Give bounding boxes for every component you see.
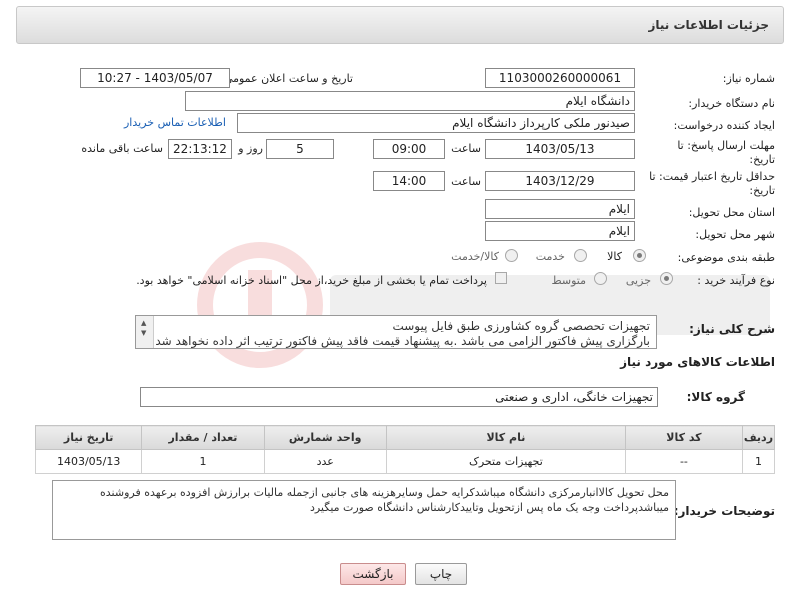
page-header: جزئیات اطلاعات نیاز [16,6,784,44]
delivery-city-label: شهر محل تحویل: [695,228,775,241]
price-validity-time-label: ساعت [451,175,481,188]
buyer-org-field: دانشگاه ایلام [185,91,635,111]
reply-deadline-time-label: ساعت [451,142,481,155]
reply-deadline-label: مهلت ارسال پاسخ: تا [677,139,775,152]
general-description-label: شرح کلی نیاز: [689,322,775,336]
goods-section-title: اطلاعات کالاهای مورد نیاز [620,355,775,369]
category-option-goods: کالا [607,250,622,263]
treasury-checkbox[interactable] [495,272,507,284]
need-number-field: 1103000260000061 [485,68,635,88]
col-header-item-name: نام کالا [385,425,626,450]
category-radio-service[interactable] [574,249,587,262]
delivery-province-field: ایلام [485,199,635,219]
general-description-line-2: بارگزاری پیش فاکتور الزامی می باشد .به پ… [155,334,650,348]
buyer-org-label: نام دستگاه خریدار: [688,97,775,110]
announce-datetime-label: تاریخ و ساعت اعلان عمومی: [220,72,353,85]
cell-unit: عدد [263,449,387,474]
cell-item-name: تجهیزات متحرک [385,449,626,474]
remaining-days-field: 5 [266,139,334,159]
delivery-province-label: استان محل تحویل: [688,206,775,219]
col-header-quantity: تعداد / مقدار [141,425,265,450]
buyer-notes-label: توضیحات خریدار: [673,504,775,518]
cell-row-number: 1 [741,449,776,474]
category-radio-goods-service[interactable] [505,249,518,262]
requester-label: ایجاد کننده درخواست: [673,119,775,132]
category-label: طبقه بندی موضوعی: [677,251,775,264]
delivery-city-field: ایلام [485,221,635,241]
announce-datetime-field: 1403/05/07 - 10:27 [80,68,230,88]
price-validity-label: حداقل تاریخ اعتبار قیمت: تا [649,170,775,183]
items-table: ردیف کد کالا نام کالا واحد شمارش تعداد /… [34,425,776,474]
remaining-time-field: 22:13:12 [168,139,232,159]
back-button[interactable]: بازگشت [340,563,406,585]
col-header-row-number: ردیف [741,425,776,450]
goods-group-label: گروه کالا: [686,390,745,404]
purchase-type-radio-medium[interactable] [594,272,607,285]
purchase-type-label: نوع فرآیند خرید : [697,274,775,287]
requester-field: صیدنور ملکی کارپرداز دانشگاه ایلام [237,113,635,133]
need-number-label: شماره نیاز: [722,72,775,85]
cell-quantity: 1 [141,449,265,474]
category-radio-goods[interactable] [633,249,646,262]
price-validity-date-field: 1403/12/29 [485,171,635,191]
reply-deadline-date-field: 1403/05/13 [485,139,635,159]
print-button[interactable]: چاپ [415,563,467,585]
category-option-service: خدمت [535,250,565,263]
purchase-type-option-medium: متوسط [551,274,586,287]
treasury-note: پرداخت تمام یا بخشی از مبلغ خرید،از محل … [136,274,487,287]
goods-group-field: تجهیزات خانگی، اداری و صنعتی [140,387,658,407]
purchase-type-option-minor: جزیی [625,274,651,287]
cell-need-date: 1403/05/13 [34,449,143,474]
reply-deadline-label-date: تاریخ: [749,153,775,166]
remaining-days-label: روز و [238,142,263,155]
general-description-line-1: تجهیزات تحصصی گروه کشاورزی طبق فایل پیوس… [392,319,650,333]
page-title: جزئیات اطلاعات نیاز [648,18,769,32]
category-option-goods-service: کالا/خدمت [451,250,499,263]
purchase-type-radio-minor[interactable] [660,272,673,285]
scroll-down-icon[interactable]: ▼ [141,329,146,337]
cell-item-code: -- [624,449,743,474]
col-header-need-date: تاریخ نیاز [34,425,143,450]
col-header-item-code: کد کالا [624,425,743,450]
general-description-box[interactable]: ▲ ▼ تجهیزات تحصصی گروه کشاورزی طبق فایل … [135,315,657,349]
buyer-notes-box: محل تحویل کالاانبارمرکزی دانشگاه میباشدک… [52,480,676,540]
table-row: 1 -- تجهیزات متحرک عدد 1 1403/05/13 [34,449,776,474]
price-validity-time-field: 14:00 [373,171,445,191]
description-scrollbar[interactable]: ▲ ▼ [136,316,154,348]
price-validity-label-date: تاریخ: [749,184,775,197]
buyer-contact-link[interactable]: اطلاعات تماس خریدار [124,116,226,129]
remaining-time-label: ساعت باقی مانده [81,142,163,155]
col-header-unit: واحد شمارش [263,425,387,450]
scroll-up-icon[interactable]: ▲ [141,319,146,327]
reply-deadline-time-field: 09:00 [373,139,445,159]
table-header-row: ردیف کد کالا نام کالا واحد شمارش تعداد /… [34,425,776,450]
